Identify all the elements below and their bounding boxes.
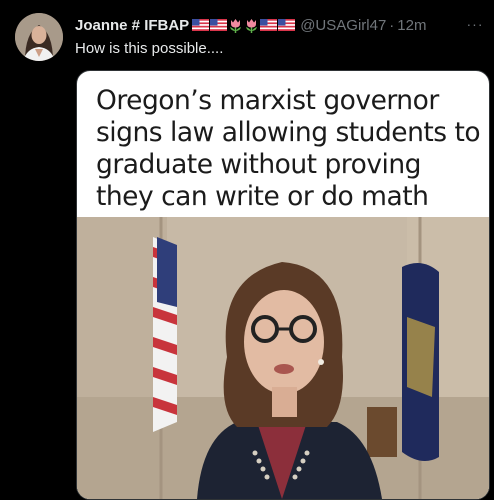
tweet-text: How is this possible.... bbox=[75, 40, 224, 57]
tweet-header: Joanne # IFBAP @USAGirl47 · 12m bbox=[75, 14, 494, 36]
more-options-icon[interactable]: ··· bbox=[465, 14, 485, 34]
timestamp[interactable]: 12m bbox=[397, 17, 426, 34]
tweet-media[interactable]: Oregon’s marxist governor signs law allo… bbox=[76, 70, 490, 500]
name-emojis bbox=[192, 18, 296, 33]
woman-with-glasses-speaking-photo bbox=[77, 217, 489, 499]
flag-us-icon bbox=[192, 19, 210, 31]
media-headline: Oregon’s marxist governor signs law allo… bbox=[96, 85, 481, 212]
tulip-icon bbox=[230, 18, 242, 33]
separator-dot: · bbox=[389, 16, 395, 34]
flag-us-icon bbox=[278, 19, 296, 31]
display-name[interactable]: Joanne # IFBAP bbox=[75, 17, 189, 34]
avatar[interactable] bbox=[15, 13, 63, 61]
flag-us-icon bbox=[260, 19, 278, 31]
tweet[interactable]: Joanne # IFBAP @USAGirl47 · 12m ··· How … bbox=[0, 0, 494, 500]
flag-us-icon bbox=[210, 19, 228, 31]
user-handle[interactable]: @USAGirl47 bbox=[300, 17, 386, 34]
tulip-icon bbox=[246, 18, 258, 33]
